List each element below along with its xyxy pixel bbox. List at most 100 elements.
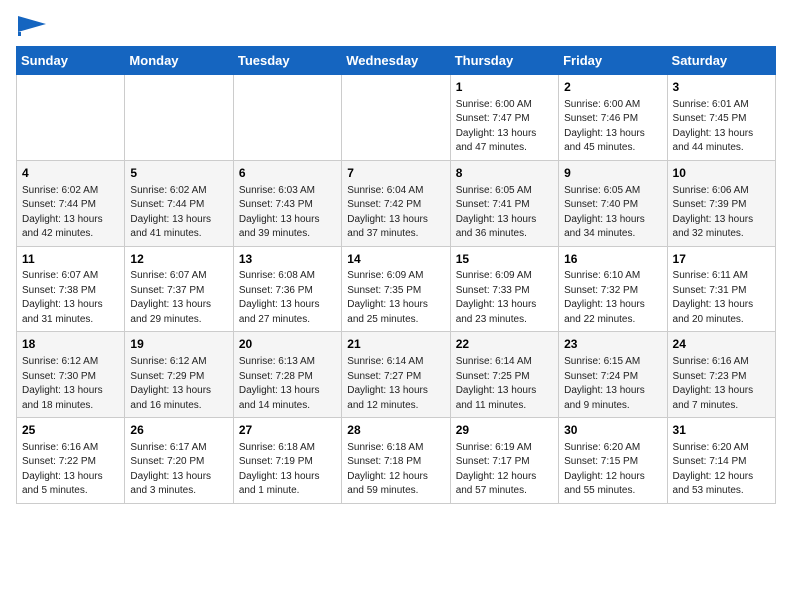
day-info: Sunrise: 6:09 AM Sunset: 7:35 PM Dayligh… [347,269,444,327]
calendar-cell: 1 Sunrise: 6:00 AM Sunset: 7:47 PM Daylig… [450,75,558,161]
day-info: Sunrise: 6:10 AM Sunset: 7:32 PM Dayligh… [564,269,661,327]
calendar-cell: 9 Sunrise: 6:05 AM Sunset: 7:40 PM Daylig… [559,160,667,246]
day-info: Sunrise: 6:02 AM Sunset: 7:44 PM Dayligh… [130,184,227,242]
day-number: 15 [456,251,553,268]
day-number: 28 [347,422,444,439]
week-row-4: 18 Sunrise: 6:12 AM Sunset: 7:30 PM Dayli… [17,332,776,418]
day-info: Sunrise: 6:05 AM Sunset: 7:40 PM Dayligh… [564,184,661,242]
logo-flag-icon [18,16,46,36]
calendar-cell: 14Sunrise: 6:09 AM Sunset: 7:35 PM Dayli… [342,246,450,332]
day-info: Sunrise: 6:11 AM Sunset: 7:31 PM Dayligh… [673,269,770,327]
calendar-cell: 6 Sunrise: 6:03 AM Sunset: 7:43 PM Daylig… [233,160,341,246]
calendar-cell: 19Sunrise: 6:12 AM Sunset: 7:29 PM Dayli… [125,332,233,418]
calendar-cell: 26 Sunrise: 6:17 AM Sunset: 7:20 PM Dayli… [125,418,233,504]
day-number: 6 [239,165,336,182]
calendar-cell: 15Sunrise: 6:09 AM Sunset: 7:33 PM Dayli… [450,246,558,332]
calendar-cell: 8 Sunrise: 6:05 AM Sunset: 7:41 PM Daylig… [450,160,558,246]
day-info: Sunrise: 6:16 AM Sunset: 7:23 PM Dayligh… [673,355,770,413]
day-number: 18 [22,336,119,353]
day-info: Sunrise: 6:09 AM Sunset: 7:33 PM Dayligh… [456,269,553,327]
day-info: Sunrise: 6:19 AM Sunset: 7:17 PM Dayligh… [456,441,553,499]
calendar-cell: 10 Sunrise: 6:06 AM Sunset: 7:39 PM Dayli… [667,160,775,246]
day-number: 31 [673,422,770,439]
calendar-cell: 23Sunrise: 6:15 AM Sunset: 7:24 PM Dayli… [559,332,667,418]
calendar-cell: 3 Sunrise: 6:01 AM Sunset: 7:45 PM Daylig… [667,75,775,161]
day-info: Sunrise: 6:12 AM Sunset: 7:30 PM Dayligh… [22,355,119,413]
calendar-cell: 30 Sunrise: 6:20 AM Sunset: 7:15 PM Dayli… [559,418,667,504]
weekday-header-thursday: Thursday [450,47,558,75]
weekday-header-saturday: Saturday [667,47,775,75]
day-info: Sunrise: 6:02 AM Sunset: 7:44 PM Dayligh… [22,184,119,242]
header [16,16,776,36]
calendar-cell [125,75,233,161]
day-number: 24 [673,336,770,353]
day-info: Sunrise: 6:03 AM Sunset: 7:43 PM Dayligh… [239,184,336,242]
calendar-cell [342,75,450,161]
calendar-cell: 5 Sunrise: 6:02 AM Sunset: 7:44 PM Daylig… [125,160,233,246]
week-row-3: 11Sunrise: 6:07 AM Sunset: 7:38 PM Dayli… [17,246,776,332]
calendar-cell: 28 Sunrise: 6:18 AM Sunset: 7:18 PM Dayli… [342,418,450,504]
day-number: 27 [239,422,336,439]
day-info: Sunrise: 6:06 AM Sunset: 7:39 PM Dayligh… [673,184,770,242]
day-info: Sunrise: 6:05 AM Sunset: 7:41 PM Dayligh… [456,184,553,242]
calendar-cell: 16Sunrise: 6:10 AM Sunset: 7:32 PM Dayli… [559,246,667,332]
calendar-cell: 27 Sunrise: 6:18 AM Sunset: 7:19 PM Dayli… [233,418,341,504]
day-number: 29 [456,422,553,439]
day-info: Sunrise: 6:00 AM Sunset: 7:47 PM Dayligh… [456,98,553,156]
day-number: 1 [456,79,553,96]
weekday-header-tuesday: Tuesday [233,47,341,75]
day-number: 20 [239,336,336,353]
day-number: 12 [130,251,227,268]
weekday-header-wednesday: Wednesday [342,47,450,75]
calendar-cell [233,75,341,161]
calendar-cell: 4 Sunrise: 6:02 AM Sunset: 7:44 PM Daylig… [17,160,125,246]
calendar-cell: 12Sunrise: 6:07 AM Sunset: 7:37 PM Dayli… [125,246,233,332]
day-number: 4 [22,165,119,182]
calendar-cell: 22Sunrise: 6:14 AM Sunset: 7:25 PM Dayli… [450,332,558,418]
day-number: 7 [347,165,444,182]
day-number: 23 [564,336,661,353]
week-row-1: 1 Sunrise: 6:00 AM Sunset: 7:47 PM Daylig… [17,75,776,161]
day-number: 21 [347,336,444,353]
day-number: 3 [673,79,770,96]
day-info: Sunrise: 6:20 AM Sunset: 7:15 PM Dayligh… [564,441,661,499]
day-number: 16 [564,251,661,268]
day-info: Sunrise: 6:00 AM Sunset: 7:46 PM Dayligh… [564,98,661,156]
day-number: 5 [130,165,227,182]
day-number: 9 [564,165,661,182]
day-number: 8 [456,165,553,182]
day-info: Sunrise: 6:07 AM Sunset: 7:38 PM Dayligh… [22,269,119,327]
day-number: 25 [22,422,119,439]
weekday-header-sunday: Sunday [17,47,125,75]
day-info: Sunrise: 6:18 AM Sunset: 7:19 PM Dayligh… [239,441,336,499]
day-info: Sunrise: 6:04 AM Sunset: 7:42 PM Dayligh… [347,184,444,242]
day-info: Sunrise: 6:17 AM Sunset: 7:20 PM Dayligh… [130,441,227,499]
weekday-header-row: SundayMondayTuesdayWednesdayThursdayFrid… [17,47,776,75]
day-info: Sunrise: 6:20 AM Sunset: 7:14 PM Dayligh… [673,441,770,499]
logo [16,16,46,36]
day-info: Sunrise: 6:12 AM Sunset: 7:29 PM Dayligh… [130,355,227,413]
day-info: Sunrise: 6:08 AM Sunset: 7:36 PM Dayligh… [239,269,336,327]
calendar-cell: 25Sunrise: 6:16 AM Sunset: 7:22 PM Dayli… [17,418,125,504]
day-number: 10 [673,165,770,182]
calendar-cell: 7 Sunrise: 6:04 AM Sunset: 7:42 PM Daylig… [342,160,450,246]
week-row-2: 4 Sunrise: 6:02 AM Sunset: 7:44 PM Daylig… [17,160,776,246]
calendar-cell: 21Sunrise: 6:14 AM Sunset: 7:27 PM Dayli… [342,332,450,418]
day-info: Sunrise: 6:01 AM Sunset: 7:45 PM Dayligh… [673,98,770,156]
day-number: 26 [130,422,227,439]
calendar-cell: 20 Sunrise: 6:13 AM Sunset: 7:28 PM Dayli… [233,332,341,418]
weekday-header-friday: Friday [559,47,667,75]
day-info: Sunrise: 6:07 AM Sunset: 7:37 PM Dayligh… [130,269,227,327]
week-row-5: 25Sunrise: 6:16 AM Sunset: 7:22 PM Dayli… [17,418,776,504]
day-number: 22 [456,336,553,353]
day-number: 30 [564,422,661,439]
calendar-cell: 29 Sunrise: 6:19 AM Sunset: 7:17 PM Dayli… [450,418,558,504]
calendar-cell: 18 Sunrise: 6:12 AM Sunset: 7:30 PM Dayli… [17,332,125,418]
day-number: 2 [564,79,661,96]
calendar-cell: 17Sunrise: 6:11 AM Sunset: 7:31 PM Dayli… [667,246,775,332]
calendar-cell: 31 Sunrise: 6:20 AM Sunset: 7:14 PM Dayli… [667,418,775,504]
day-number: 14 [347,251,444,268]
calendar-cell: 24 Sunrise: 6:16 AM Sunset: 7:23 PM Dayli… [667,332,775,418]
day-info: Sunrise: 6:13 AM Sunset: 7:28 PM Dayligh… [239,355,336,413]
day-info: Sunrise: 6:18 AM Sunset: 7:18 PM Dayligh… [347,441,444,499]
